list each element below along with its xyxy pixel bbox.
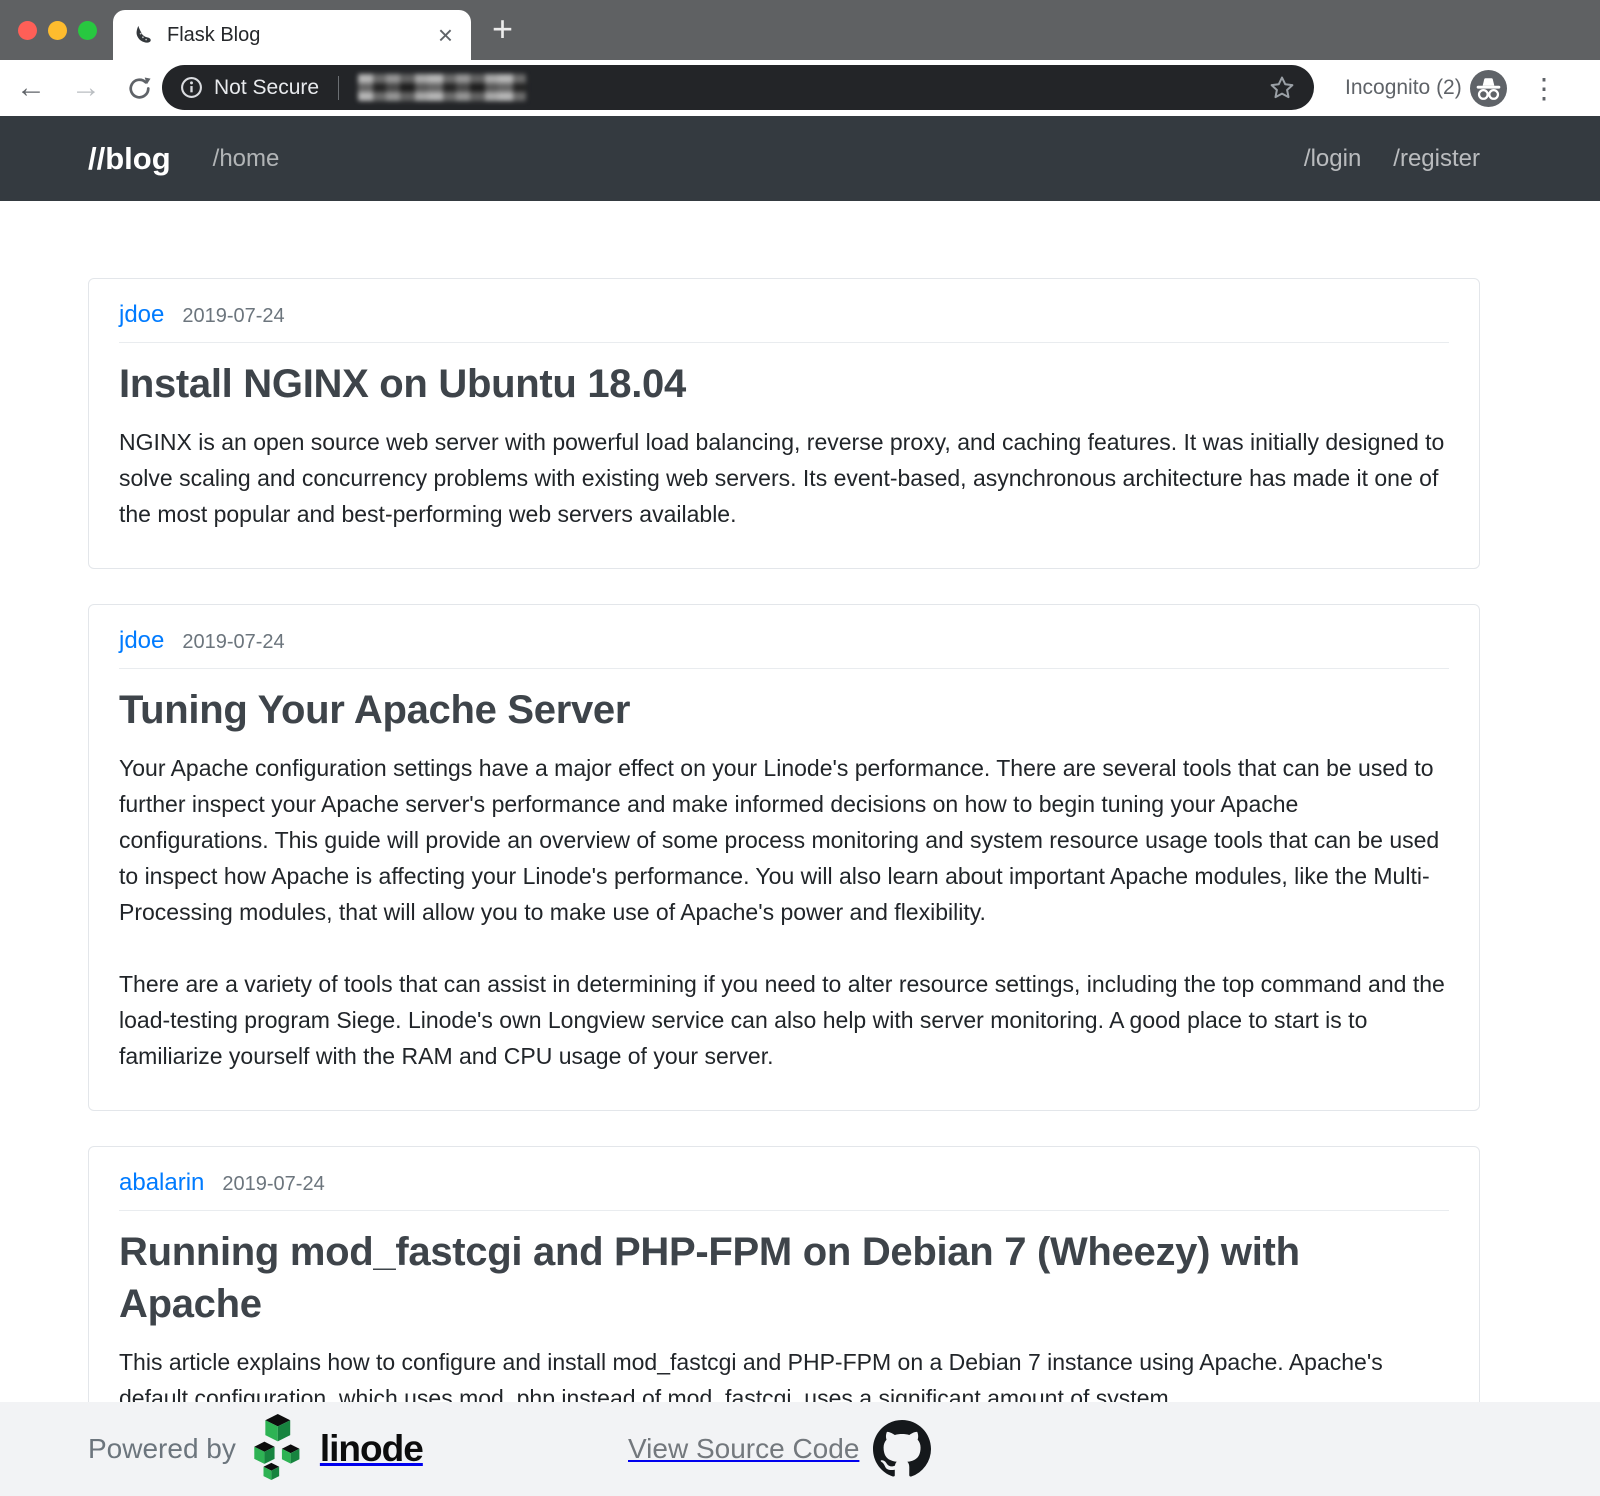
flask-favicon-icon xyxy=(131,24,153,46)
linode-logo[interactable]: linode xyxy=(252,1414,423,1484)
post-date: 2019-07-24 xyxy=(222,1173,324,1196)
site-navbar: //blog /home /login /register xyxy=(0,116,1600,201)
back-icon[interactable]: ← xyxy=(16,73,46,103)
post-date: 2019-07-24 xyxy=(182,305,284,328)
security-status-label: Not Secure xyxy=(214,76,319,100)
incognito-label: Incognito (2) xyxy=(1345,60,1462,116)
forward-icon: → xyxy=(71,73,101,103)
post-title[interactable]: Running mod_fastcgi and PHP-FPM on Debia… xyxy=(119,1226,1381,1332)
new-tab-button[interactable]: + xyxy=(492,8,513,50)
window-controls xyxy=(18,21,97,40)
browser-menu-icon[interactable]: ⋮ xyxy=(1530,60,1558,116)
post-date: 2019-07-24 xyxy=(182,631,284,654)
nav-link-login[interactable]: /login xyxy=(1304,145,1361,173)
tab-close-icon[interactable]: × xyxy=(438,22,453,48)
reload-icon[interactable] xyxy=(126,75,153,102)
divider xyxy=(119,1210,1449,1211)
post-author-link[interactable]: jdoe xyxy=(119,627,164,655)
post-card: jdoe 2019-07-24 Install NGINX on Ubuntu … xyxy=(88,278,1480,569)
tab-title: Flask Blog xyxy=(167,24,260,47)
zoom-window-button[interactable] xyxy=(78,21,97,40)
post-excerpt: NGINX is an open source web server with … xyxy=(119,424,1449,532)
browser-tab[interactable]: Flask Blog × xyxy=(113,10,471,60)
post-author-link[interactable]: jdoe xyxy=(119,301,164,329)
url-divider xyxy=(338,76,339,100)
post-author-link[interactable]: abalarin xyxy=(119,1169,204,1197)
nav-link-home[interactable]: /home xyxy=(213,145,280,173)
divider xyxy=(119,668,1449,669)
post-card: jdoe 2019-07-24 Tuning Your Apache Serve… xyxy=(88,604,1480,1111)
close-window-button[interactable] xyxy=(18,21,37,40)
minimize-window-button[interactable] xyxy=(48,21,67,40)
incognito-icon xyxy=(1470,70,1507,107)
view-source-link[interactable]: View Source Code xyxy=(628,1420,931,1478)
post-title[interactable]: Tuning Your Apache Server xyxy=(119,684,1381,737)
navbar-brand[interactable]: //blog xyxy=(88,141,171,177)
page-footer: Powered by linode View Source Code xyxy=(0,1402,1600,1496)
linode-wordmark: linode xyxy=(320,1428,423,1470)
divider xyxy=(119,342,1449,343)
bookmark-star-icon[interactable] xyxy=(1268,74,1296,102)
view-source-label: View Source Code xyxy=(628,1433,859,1465)
linode-cubes-icon xyxy=(252,1414,310,1484)
post-list: jdoe 2019-07-24 Install NGINX on Ubuntu … xyxy=(0,201,1600,1453)
browser-toolbar: ← → Not Secure Incognito (2) xyxy=(0,60,1600,116)
post-excerpt: There are a variety of tools that can as… xyxy=(119,966,1449,1074)
info-icon[interactable] xyxy=(180,76,203,99)
post-title[interactable]: Install NGINX on Ubuntu 18.04 xyxy=(119,358,1381,411)
github-icon xyxy=(873,1420,931,1478)
post-excerpt: Your Apache configuration settings have … xyxy=(119,750,1449,930)
nav-link-register[interactable]: /register xyxy=(1393,145,1480,173)
url-redacted-text xyxy=(358,74,526,101)
address-bar[interactable]: Not Secure xyxy=(162,65,1314,110)
powered-by-label: Powered by xyxy=(88,1433,236,1465)
browser-tab-strip: Flask Blog × + xyxy=(0,0,1600,60)
